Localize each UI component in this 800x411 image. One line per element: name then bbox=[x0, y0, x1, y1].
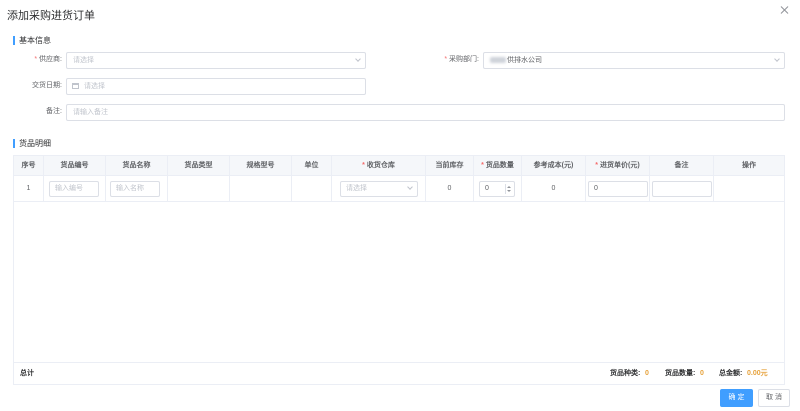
redacted-text bbox=[490, 57, 506, 64]
kinds-value: 0 bbox=[645, 370, 649, 377]
column-header: 参考成本(元) bbox=[522, 156, 586, 175]
total-label: 总计 bbox=[20, 370, 34, 377]
type-cell bbox=[168, 176, 230, 201]
table-row: 1 输入编号 输入名称 请选择 0 0 0 0 bbox=[14, 176, 784, 202]
required-mark: * bbox=[481, 162, 484, 169]
chevron-down-icon bbox=[407, 184, 413, 190]
warehouse-placeholder: 请选择 bbox=[346, 185, 367, 192]
department-select[interactable]: 供排水公司 bbox=[483, 52, 785, 69]
section-title-goods: 货品明细 bbox=[13, 139, 51, 148]
required-mark: * bbox=[34, 56, 38, 63]
cost-cell: 0 bbox=[522, 176, 586, 201]
column-header-text: 货品数量 bbox=[485, 162, 514, 169]
amount-label: 总金额: bbox=[719, 370, 743, 377]
quantity-value: 0 bbox=[485, 185, 489, 192]
goods-table: 序号 货品编号 货品名称 货品类型 规格型号 单位 * 收货仓库 当前库存 * 货品… bbox=[13, 155, 785, 385]
column-header: 货品名称 bbox=[106, 156, 168, 175]
table-header: 序号 货品编号 货品名称 货品类型 规格型号 单位 * 收货仓库 当前库存 * 货品… bbox=[14, 156, 784, 176]
column-header-text: 进货单价(元) bbox=[600, 162, 640, 169]
warehouse-cell: 请选择 bbox=[332, 176, 426, 201]
action-cell bbox=[714, 176, 784, 201]
required-mark: * bbox=[362, 162, 365, 169]
confirm-button[interactable]: 确 定 bbox=[720, 389, 753, 407]
remark-input[interactable]: 请输入备注 bbox=[66, 104, 785, 121]
unit-cell bbox=[292, 176, 332, 201]
table-summary: 总计 货品种类: 0 货品数量: 0 总金额: 0.00元 bbox=[14, 362, 784, 384]
chevron-down-icon bbox=[355, 56, 361, 62]
name-cell: 输入名称 bbox=[106, 176, 168, 201]
supplier-placeholder: 请选择 bbox=[73, 57, 94, 64]
required-mark: * bbox=[595, 162, 599, 169]
row-index: 1 bbox=[14, 176, 44, 201]
row-remark-input[interactable] bbox=[652, 181, 712, 197]
kinds-label: 货品种类: bbox=[610, 370, 641, 377]
remark-cell bbox=[650, 176, 714, 201]
remark-placeholder: 请输入备注 bbox=[73, 109, 108, 116]
count-label: 货品数量: bbox=[665, 370, 696, 377]
stepper-arrows-icon[interactable] bbox=[505, 184, 511, 194]
code-cell: 输入编号 bbox=[44, 176, 106, 201]
goods-name-input[interactable]: 输入名称 bbox=[110, 181, 160, 197]
department-label: * 采购部门: bbox=[425, 52, 479, 68]
column-header: 当前库存 bbox=[426, 156, 474, 175]
column-header: * 进货单价(元) bbox=[586, 156, 650, 175]
close-icon[interactable] bbox=[780, 5, 790, 15]
delivery-date-label: 交货日期: bbox=[32, 82, 62, 89]
chevron-down-icon bbox=[774, 56, 780, 62]
spec-cell bbox=[230, 176, 292, 201]
goods-code-input[interactable]: 输入编号 bbox=[49, 181, 99, 197]
column-header: 操作 bbox=[742, 162, 756, 169]
column-header: 序号 bbox=[14, 156, 44, 175]
dialog-title: 添加采购进货订单 bbox=[7, 10, 95, 22]
cancel-button[interactable]: 取 消 bbox=[758, 389, 790, 407]
price-cell: 0 bbox=[586, 176, 650, 201]
column-header: * 收货仓库 bbox=[332, 156, 426, 175]
column-header: 单位 bbox=[292, 156, 332, 175]
column-header: 规格型号 bbox=[230, 156, 292, 175]
delivery-date-placeholder: 请选择 bbox=[84, 83, 105, 90]
department-label-text: 采购部门: bbox=[449, 56, 479, 63]
amount-value: 0.00元 bbox=[747, 370, 768, 377]
warehouse-select[interactable]: 请选择 bbox=[340, 181, 418, 197]
count-value: 0 bbox=[700, 370, 704, 377]
supplier-label: * 供应商: bbox=[20, 52, 62, 68]
stock-cell: 0 bbox=[426, 176, 474, 201]
delivery-date-picker[interactable]: 请选择 bbox=[66, 78, 366, 95]
column-header: 备注 bbox=[650, 156, 714, 175]
column-header: 货品编号 bbox=[44, 156, 106, 175]
department-value: 供排水公司 bbox=[507, 57, 542, 64]
supplier-select[interactable]: 请选择 bbox=[66, 52, 366, 69]
calendar-icon bbox=[72, 83, 79, 89]
unit-price-input[interactable]: 0 bbox=[588, 181, 648, 197]
column-header: 货品类型 bbox=[168, 156, 230, 175]
quantity-stepper[interactable]: 0 bbox=[479, 181, 515, 197]
supplier-label-text: 供应商: bbox=[39, 56, 62, 63]
quantity-cell: 0 bbox=[474, 176, 522, 201]
remark-label: 备注: bbox=[46, 108, 62, 115]
column-header-text: 收货仓库 bbox=[366, 162, 395, 169]
required-mark: * bbox=[444, 56, 448, 63]
section-title-basic: 基本信息 bbox=[13, 36, 51, 45]
column-header: * 货品数量 bbox=[474, 156, 522, 175]
